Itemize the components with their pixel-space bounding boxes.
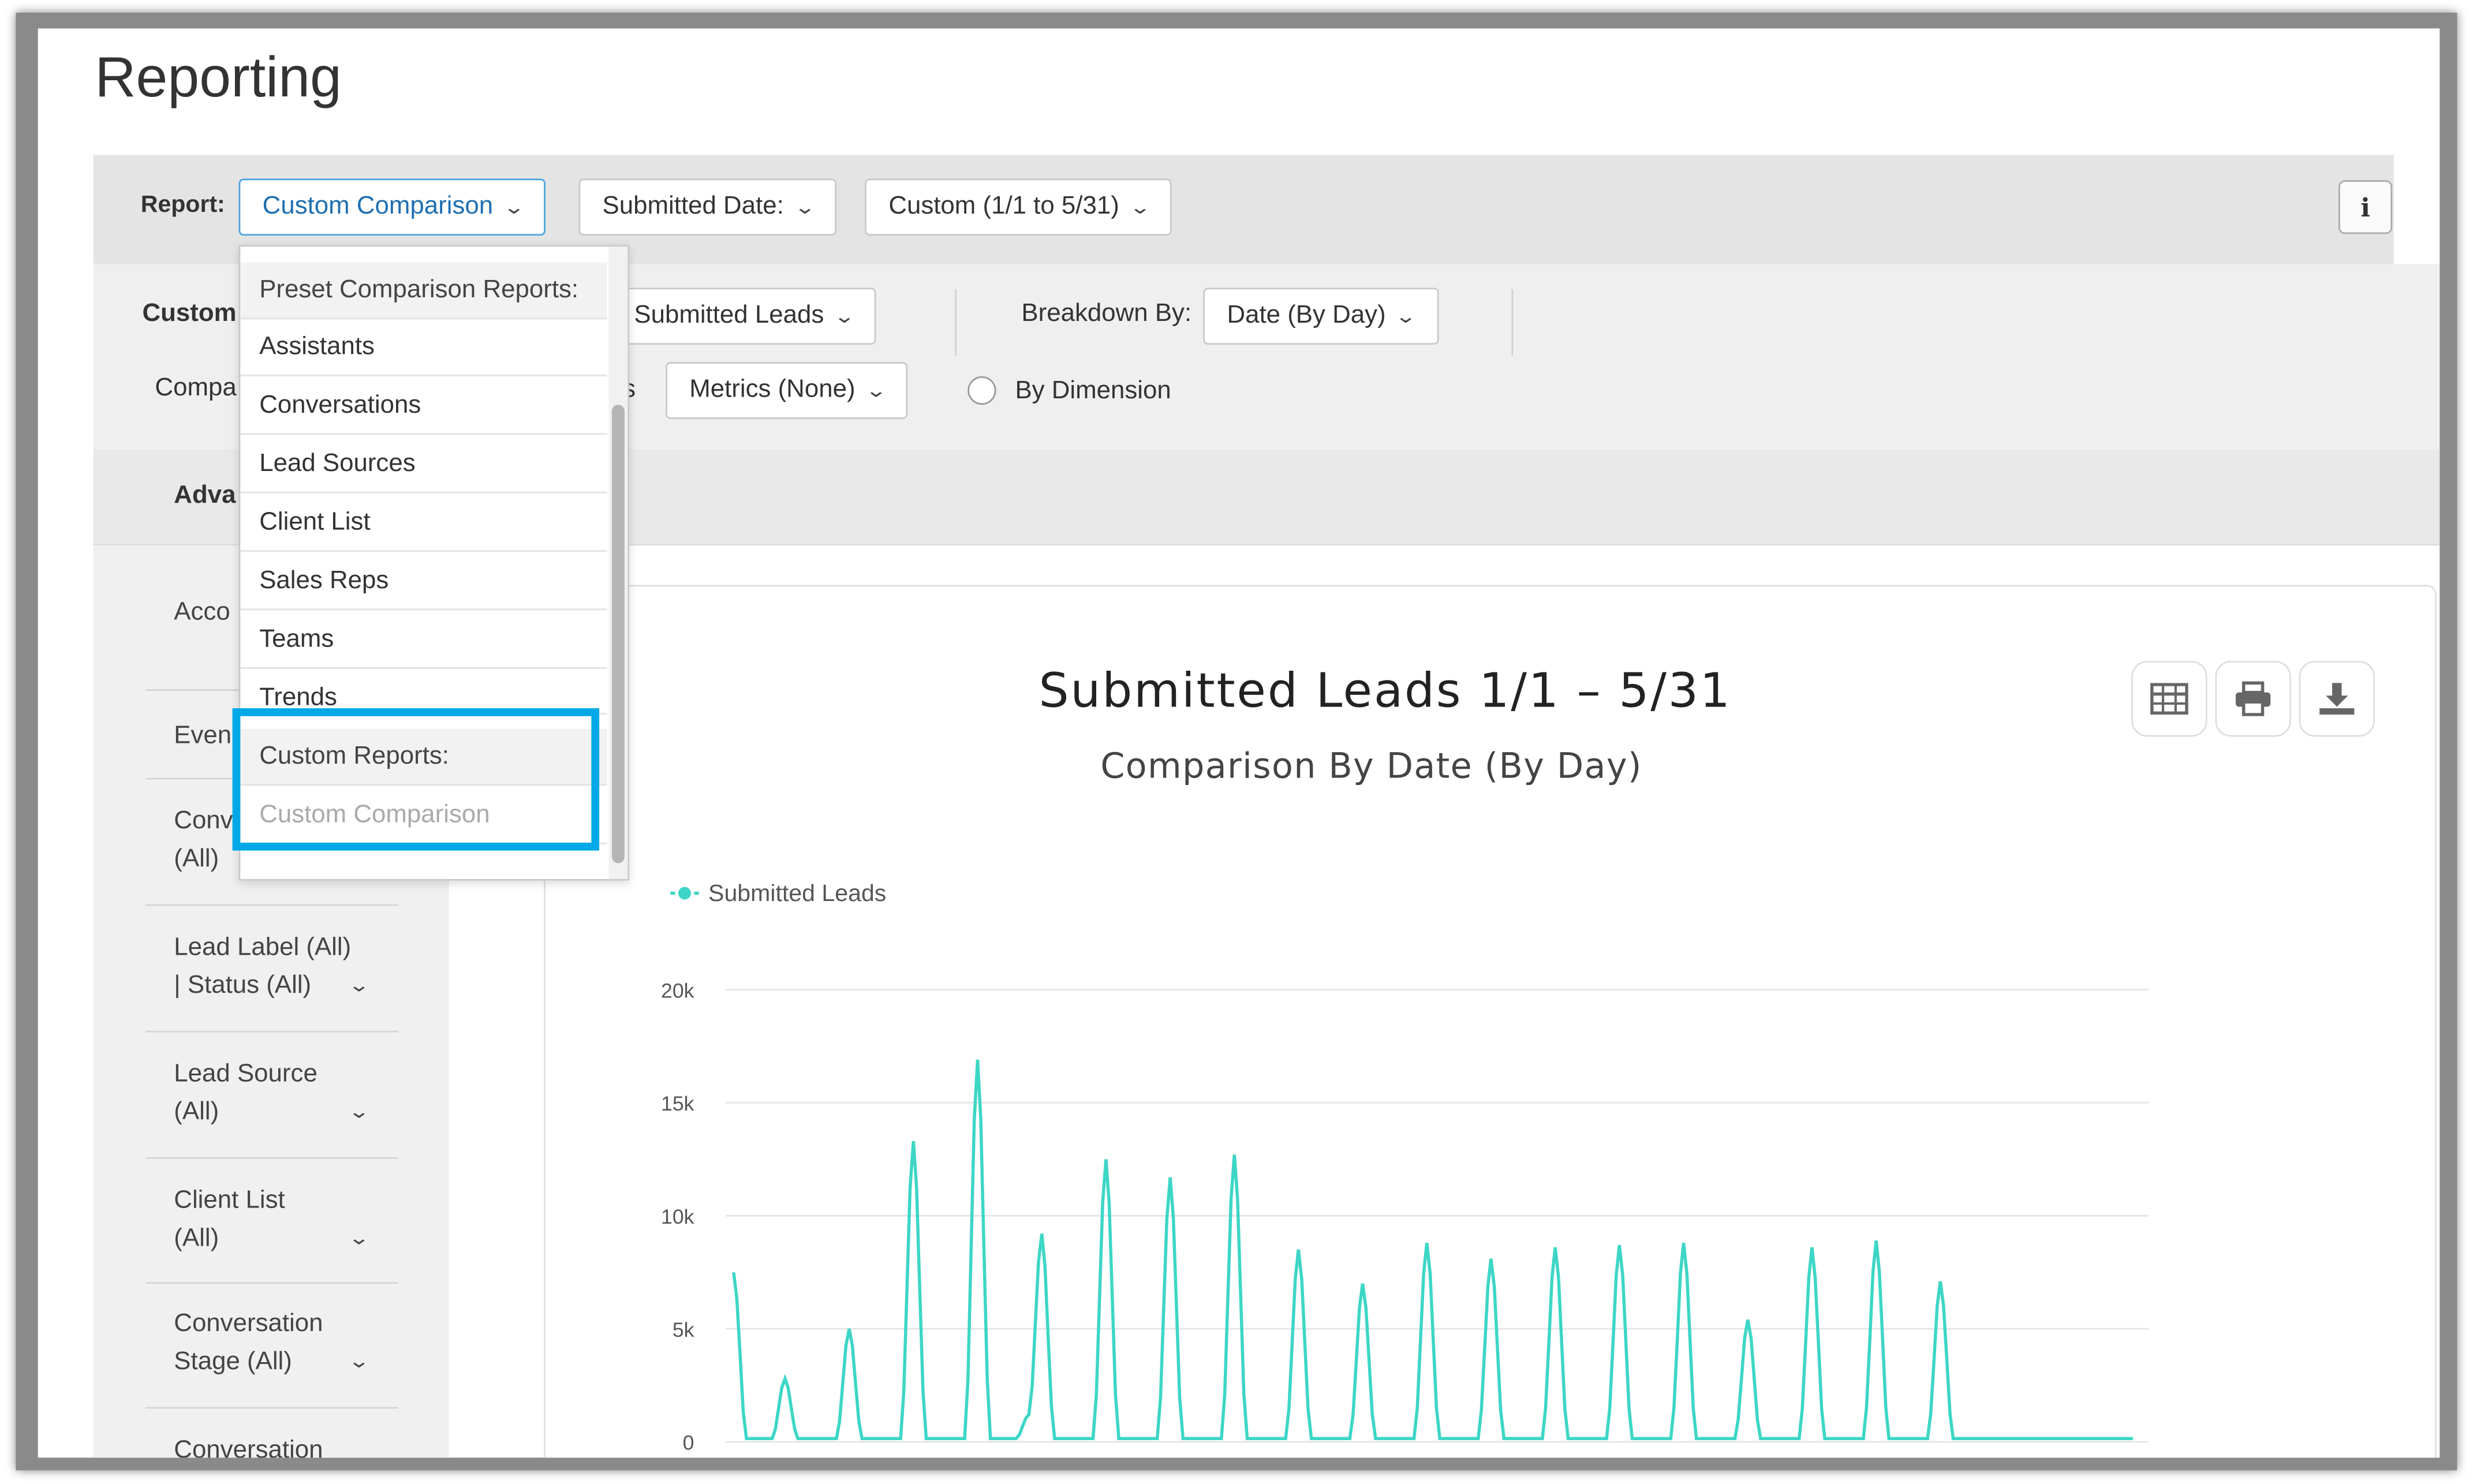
- by-dimension-radio[interactable]: [967, 376, 996, 405]
- date-range-value: Custom (1/1 to 5/31): [888, 193, 1119, 220]
- table-view-button[interactable]: [2131, 660, 2207, 737]
- dropdown-scroll-thumb[interactable]: [611, 405, 625, 864]
- chevron-down-icon[interactable]: ⌄: [348, 974, 371, 996]
- menu-item-teams[interactable]: Teams: [240, 612, 607, 669]
- divider: [145, 1030, 399, 1033]
- menu-item-conversations[interactable]: Conversations: [240, 378, 607, 435]
- legend-marker: [678, 887, 691, 900]
- divider: [145, 904, 399, 906]
- filter-conversation-more[interactable]: Conversation: [174, 1433, 427, 1458]
- date-field-value: Submitted Date:: [602, 193, 784, 220]
- series-line-submitted-leads: [732, 1059, 2133, 1440]
- filter-label: Lead Label (All): [174, 934, 352, 962]
- page-title: Reporting: [95, 44, 342, 109]
- filter-label: Conversation: [174, 1310, 323, 1338]
- breakdown-select-value: Date (By Day): [1227, 302, 1386, 329]
- chevron-down-icon[interactable]: ⌄: [348, 1350, 371, 1372]
- chart-subtitle: Comparison By Date (By Day): [1100, 747, 1642, 788]
- y-tick-label: 10k: [661, 1205, 694, 1228]
- legend-label: Submitted Leads: [708, 880, 886, 906]
- filter-conversation-stage[interactable]: Conversation Stage (All): [174, 1306, 427, 1381]
- chevron-down-icon: ⌄: [502, 196, 525, 218]
- chevron-down-icon: ⌄: [864, 379, 887, 402]
- report-label: Report:: [140, 191, 225, 218]
- menu-item-sales-reps[interactable]: Sales Reps: [240, 554, 607, 611]
- info-icon: i: [2360, 192, 2370, 222]
- print-button[interactable]: [2215, 660, 2291, 737]
- report-select[interactable]: Custom Comparison ⌄: [238, 178, 546, 236]
- filter-value: (All): [174, 1098, 219, 1126]
- filter-value: | Status (All): [174, 972, 312, 1000]
- breakdown-label: Breakdown By:: [1021, 300, 1192, 327]
- advanced-label[interactable]: Adva: [174, 482, 236, 510]
- filter-value: Stage (All): [174, 1348, 292, 1375]
- by-dimension-label: By Dimension: [1015, 377, 1171, 405]
- date-range-select[interactable]: Custom (1/1 to 5/31) ⌄: [865, 178, 1172, 236]
- divider: [1511, 289, 1514, 356]
- print-icon: [2235, 681, 2271, 716]
- chart-title: Submitted Leads 1/1 – 5/31: [1038, 664, 1732, 720]
- filter-label: Client List: [174, 1187, 285, 1214]
- divider: [145, 1407, 399, 1409]
- menu-item-lead-sources[interactable]: Lead Sources: [240, 436, 607, 494]
- table-icon: [2150, 683, 2188, 715]
- compare-label: Compa: [155, 375, 237, 402]
- filter-label: Lead Source: [174, 1060, 317, 1088]
- filter-lead-source[interactable]: Lead Source (All): [174, 1056, 427, 1132]
- divider: [955, 289, 957, 356]
- divider: [145, 1157, 399, 1159]
- divider: [145, 1282, 399, 1284]
- chevron-down-icon[interactable]: ⌄: [348, 1100, 371, 1122]
- menu-item-client-list[interactable]: Client List: [240, 495, 607, 552]
- chevron-down-icon: ⌄: [833, 305, 856, 327]
- chevron-down-icon: ⌄: [1395, 305, 1418, 327]
- download-button[interactable]: [2299, 660, 2375, 737]
- metrics-select-value: Metrics (None): [689, 376, 856, 403]
- filter-lead-label[interactable]: Lead Label (All) | Status (All): [174, 930, 427, 1005]
- preset-header: Preset Comparison Reports:: [240, 262, 607, 320]
- info-button[interactable]: i: [2338, 180, 2393, 234]
- chevron-down-icon[interactable]: ⌄: [348, 1227, 371, 1248]
- metrics-select[interactable]: Metrics (None) ⌄: [666, 362, 908, 419]
- y-tick-label: 15k: [661, 1092, 694, 1115]
- date-field-select[interactable]: Submitted Date: ⌄: [578, 178, 836, 236]
- filter-label: Conversation: [174, 1437, 323, 1458]
- custom-label: Custom: [142, 300, 237, 327]
- report-select-value: Custom Comparison: [262, 193, 494, 220]
- filter-value: (All): [174, 1225, 219, 1253]
- menu-item-assistants[interactable]: Assistants: [240, 319, 607, 376]
- chevron-down-icon: ⌄: [1129, 196, 1151, 218]
- chevron-down-icon: ⌄: [793, 196, 816, 218]
- metric-select-value: Submitted Leads: [634, 302, 824, 329]
- download-icon: [2319, 683, 2355, 715]
- y-tick-label: 0: [683, 1431, 694, 1455]
- highlight-box: [232, 708, 600, 851]
- breakdown-select[interactable]: Date (By Day) ⌄: [1203, 287, 1439, 345]
- metric-select[interactable]: Submitted Leads ⌄: [610, 287, 876, 345]
- app-window: Reporting Report: Custom Comparison ⌄ Su…: [38, 28, 2440, 1458]
- line-chart: Submitted Leads05k10k15k20k1226092308220…: [661, 880, 2149, 1455]
- filter-client-list[interactable]: Client List (All): [174, 1183, 427, 1258]
- y-tick-label: 5k: [673, 1318, 694, 1341]
- y-tick-label: 20k: [661, 979, 694, 1002]
